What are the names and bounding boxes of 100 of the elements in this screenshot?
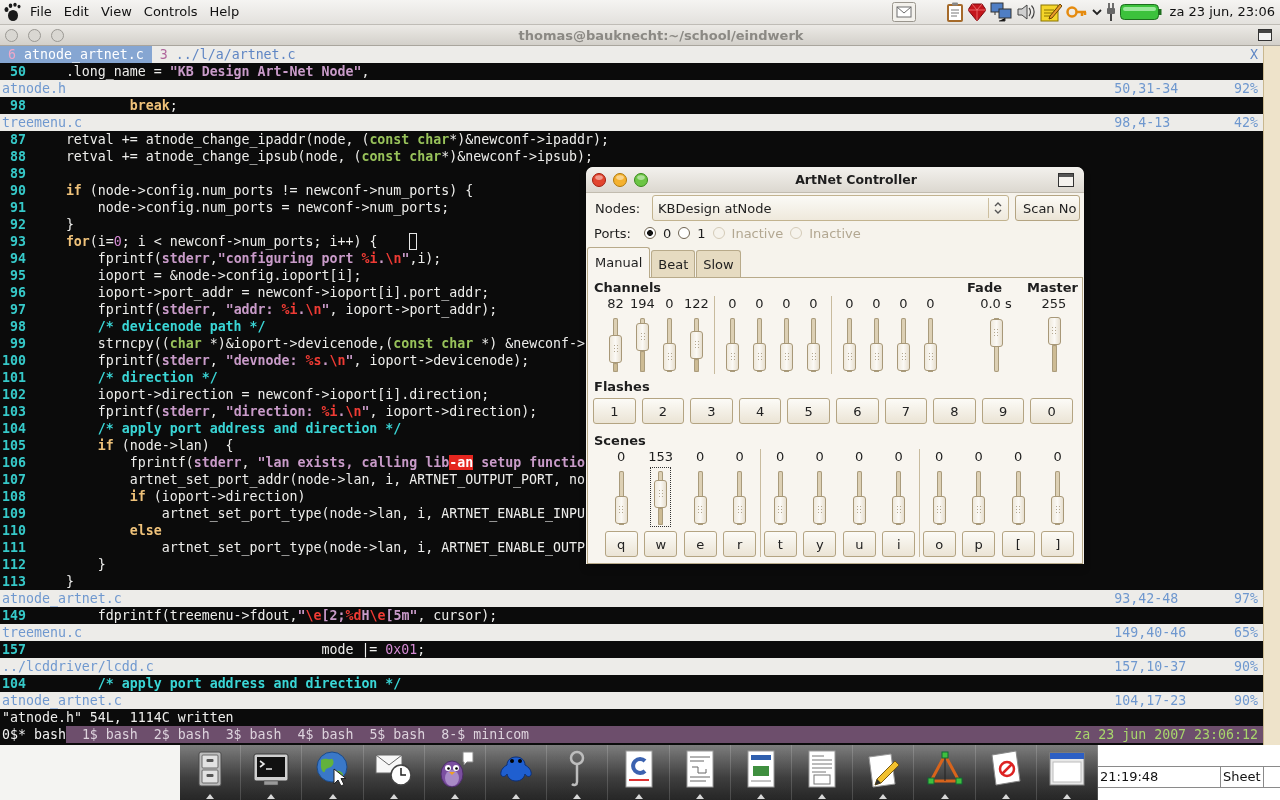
restore-button[interactable]	[1058, 172, 1074, 187]
clock[interactable]: za 23 jun, 23:06	[1163, 1, 1280, 23]
dock-item[interactable]	[730, 745, 793, 800]
restore-button[interactable]	[1258, 29, 1272, 41]
slider-thumb[interactable]	[892, 496, 906, 524]
slider-thumb[interactable]	[852, 496, 866, 524]
node-dropdown[interactable]: KBDesign atNode	[652, 195, 1009, 221]
slider-thumb[interactable]	[609, 334, 622, 363]
slider-thumb[interactable]	[753, 343, 766, 371]
slider-thumb[interactable]	[1051, 496, 1065, 524]
slider-thumb[interactable]	[897, 343, 910, 371]
slider-thumb[interactable]	[654, 480, 668, 509]
clipboard-icon[interactable]	[945, 2, 964, 22]
battery-icon[interactable]	[1119, 4, 1162, 20]
radio-button[interactable]	[644, 227, 656, 239]
flash-button[interactable]: 3	[690, 398, 733, 424]
flash-button[interactable]: 2	[641, 398, 685, 424]
scene-key-button[interactable]: q	[604, 531, 638, 557]
dock-item[interactable]	[1036, 745, 1099, 800]
flash-button[interactable]: 8	[933, 398, 976, 424]
slider-thumb[interactable]	[843, 343, 856, 371]
screen-window-tab[interactable]: 8-$ minicom	[441, 726, 530, 743]
slider-thumb[interactable]	[690, 330, 703, 359]
speaker-icon[interactable]	[1015, 2, 1036, 22]
dock-item[interactable]	[302, 745, 364, 800]
slider-thumb[interactable]	[972, 496, 986, 524]
menu-item[interactable]: File	[24, 1, 58, 23]
slider-thumb[interactable]	[870, 343, 883, 371]
slider-thumb[interactable]	[726, 343, 739, 371]
scene-key-button[interactable]: y	[803, 531, 837, 557]
vertical-slider[interactable]	[650, 467, 672, 527]
slider-thumb[interactable]	[780, 343, 793, 371]
slider-thumb[interactable]	[663, 343, 676, 371]
flash-button[interactable]: 5	[787, 398, 830, 424]
flash-button[interactable]: 7	[884, 398, 928, 424]
slider-thumb[interactable]	[924, 343, 937, 371]
menu-item[interactable]: Edit	[57, 1, 95, 23]
menu-item[interactable]: Controls	[137, 1, 204, 23]
dock-item[interactable]	[669, 745, 731, 800]
screen-window-tab[interactable]: 5$ bash	[369, 726, 426, 743]
minimize-button[interactable]	[28, 28, 41, 42]
dock-item[interactable]	[363, 745, 425, 800]
slider-thumb[interactable]	[693, 496, 707, 524]
slider-thumb[interactable]	[932, 496, 946, 524]
scene-key-button[interactable]: i	[882, 531, 916, 557]
network-icon[interactable]	[989, 2, 1012, 22]
screen-window-tab[interactable]: 3$ bash	[225, 726, 282, 743]
dock-item[interactable]	[547, 745, 609, 800]
slider-thumb[interactable]	[807, 343, 820, 371]
scene-key-button[interactable]: ]	[1041, 531, 1075, 557]
screen-window-tab[interactable]: 1$ bash	[81, 726, 138, 743]
flash-button[interactable]: 0	[1030, 398, 1073, 424]
flash-button[interactable]: 9	[981, 398, 1025, 424]
scene-key-button[interactable]: r	[723, 531, 757, 557]
scan-button[interactable]: Scan No	[1015, 195, 1080, 221]
notepad-icon[interactable]	[1039, 2, 1062, 22]
scrollbar[interactable]	[1263, 46, 1280, 745]
flash-button[interactable]: 6	[836, 398, 879, 424]
menu-item[interactable]: View	[94, 1, 138, 23]
mail-icon[interactable]	[891, 2, 916, 22]
slider-thumb[interactable]	[1047, 317, 1061, 345]
dock-item[interactable]	[424, 745, 486, 800]
dock-item[interactable]	[975, 745, 1037, 800]
tab[interactable]: Manual	[587, 247, 651, 278]
maximize-button[interactable]	[51, 28, 64, 42]
dock-item[interactable]	[792, 745, 854, 800]
line-number: 92	[8, 216, 26, 233]
slider-thumb[interactable]	[773, 496, 787, 524]
slider-thumb[interactable]	[614, 496, 628, 524]
scene-key-button[interactable]: p	[962, 531, 996, 557]
slider-thumb[interactable]	[733, 496, 747, 524]
screen-window-tab[interactable]: 0$* bash	[2, 726, 66, 743]
tab[interactable]: Beat	[651, 250, 696, 277]
tab[interactable]: Slow	[696, 250, 741, 277]
minimize-button[interactable]	[613, 172, 627, 187]
dock-item[interactable]	[180, 745, 242, 800]
dock-item[interactable]	[241, 745, 303, 800]
close-button[interactable]	[592, 172, 606, 187]
plug-icon[interactable]	[1105, 2, 1116, 22]
scene-key-button[interactable]: u	[842, 531, 876, 557]
flash-button[interactable]: 1	[593, 398, 636, 424]
scene-key-button[interactable]: t	[763, 531, 797, 557]
dock-item[interactable]	[608, 745, 670, 800]
scene-key-button[interactable]: e	[683, 531, 717, 557]
slider-thumb[interactable]	[1011, 496, 1025, 524]
slider-thumb[interactable]	[636, 323, 649, 352]
maximize-button[interactable]	[634, 172, 648, 187]
screen-window-tab[interactable]: 2$ bash	[153, 726, 210, 743]
foot-logo-icon[interactable]	[2, 2, 22, 22]
gem-icon[interactable]	[967, 2, 986, 22]
scene-key-button[interactable]: [	[1001, 531, 1035, 557]
menu-item[interactable]: Help	[203, 1, 246, 23]
scene-key-button[interactable]: o	[922, 531, 956, 557]
slider-thumb[interactable]	[989, 319, 1003, 347]
dock-item[interactable]	[853, 745, 915, 800]
flash-button[interactable]: 4	[738, 398, 782, 424]
screen-window-tab[interactable]: 4$ bash	[297, 726, 354, 743]
slider-thumb[interactable]	[813, 496, 827, 524]
radio-button[interactable]	[678, 227, 691, 239]
scene-key-button[interactable]: w	[644, 531, 678, 557]
